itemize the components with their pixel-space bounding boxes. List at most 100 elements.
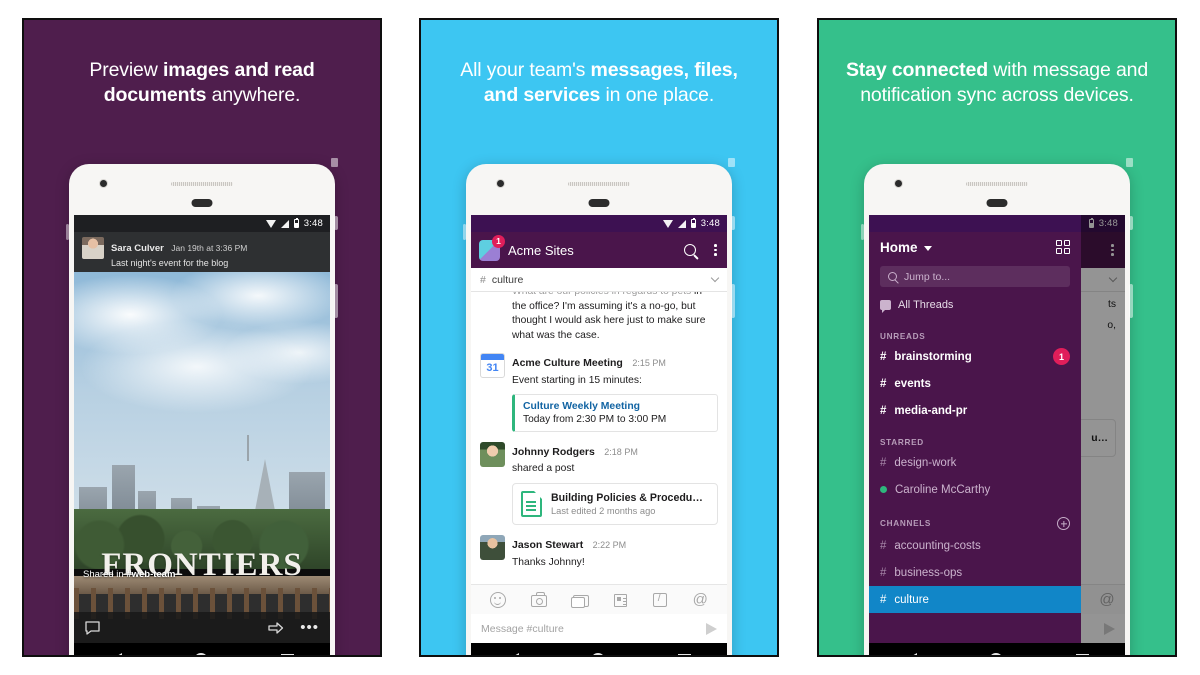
message-row[interactable]: Johnny Rodgers 2:18 PM shared a post Bui…	[480, 441, 718, 526]
jump-to-search[interactable]: Jump to...	[880, 266, 1070, 287]
phone-volume-button	[731, 284, 735, 318]
message-author: Johnny Rodgers	[512, 445, 595, 458]
chevron-down-icon[interactable]	[710, 273, 720, 283]
sidebar-item-culture[interactable]: # culture	[869, 586, 1081, 613]
back-icon[interactable]	[905, 653, 918, 655]
presence-online-icon	[880, 486, 887, 493]
caret-down-icon[interactable]	[923, 246, 932, 251]
search-input[interactable]: Jump to...	[904, 271, 950, 283]
message-row[interactable]: Jason Stewart 2:22 PM Thanks Johnny!	[480, 535, 718, 569]
message-row[interactable]: 31 Acme Culture Meeting 2:15 PM Event st…	[480, 353, 718, 432]
plus-circle-icon[interactable]	[1057, 517, 1070, 530]
phone-frame-2: 3:48 1 Acme Sites # culture the office? …	[463, 158, 735, 655]
sidebar-item-events[interactable]: # events	[869, 370, 1081, 397]
shared-in-channel: #web-team	[126, 569, 176, 580]
message-header: Jason Stewart 2:22 PM	[512, 535, 718, 553]
comment-icon[interactable]	[85, 620, 100, 635]
message-body: Acme Culture Meeting 2:15 PM Event start…	[512, 353, 718, 432]
phone-volume-button	[1129, 284, 1133, 318]
emoji-icon[interactable]	[489, 591, 506, 608]
photo-preview[interactable]: FRONTIERS Shared in #web-team	[74, 272, 330, 643]
signal-icon	[677, 219, 686, 228]
camera-icon[interactable]	[531, 592, 548, 607]
home-icon[interactable]	[989, 653, 1004, 655]
share-arrow-icon[interactable]	[268, 621, 284, 635]
message-input-row[interactable]: Message #culture	[471, 614, 727, 643]
panel-3-caption: Stay connected with message and notifica…	[819, 58, 1175, 108]
compose-area: @ Message #culture	[471, 584, 727, 643]
home-label[interactable]: Home	[880, 240, 918, 255]
post-timestamp: Jan 19th at 3:36 PM	[171, 243, 248, 253]
front-camera-icon	[894, 179, 903, 188]
message-list[interactable]: What are our policies in regards to pets…	[471, 292, 727, 584]
message-input[interactable]: Message #culture	[481, 623, 706, 635]
pyramid-spire	[247, 434, 250, 461]
sidebar-header: Home	[869, 232, 1081, 262]
shared-in-label: Shared in #web-team	[83, 569, 175, 580]
caption-post: anywhere.	[206, 84, 301, 106]
recents-icon[interactable]	[280, 653, 294, 655]
earpiece-speaker	[171, 182, 233, 186]
shared-in-text: Shared in	[83, 569, 127, 580]
android-status-bar: 3:48	[74, 215, 330, 232]
calendar-day: 31	[486, 362, 499, 375]
file-meta: Building Policies & Procedu… Last edited…	[551, 492, 703, 516]
back-icon[interactable]	[110, 653, 123, 655]
back-icon[interactable]	[507, 653, 520, 655]
more-options-icon[interactable]: •••	[300, 619, 319, 636]
signal-icon	[280, 219, 289, 228]
channel-label: culture	[894, 593, 929, 606]
document-icon	[521, 491, 542, 518]
avatar	[480, 535, 505, 561]
section-header-channels: CHANNELS	[869, 517, 1081, 530]
phone-top-button	[331, 158, 338, 167]
kebab-menu-icon[interactable]	[712, 242, 719, 258]
panel-1-caption: Preview images and read documents anywhe…	[24, 58, 380, 108]
event-title[interactable]: Culture Weekly Meeting	[523, 401, 709, 412]
caption-pre: Preview	[89, 59, 163, 81]
channel-bar[interactable]: # culture	[471, 268, 727, 292]
gallery-icon[interactable]	[570, 594, 589, 608]
earpiece-speaker	[966, 182, 1028, 186]
sidebar-item-business-ops[interactable]: # business-ops	[869, 559, 1081, 586]
send-icon[interactable]	[706, 622, 717, 635]
dm-label: Caroline McCarthy	[895, 483, 991, 496]
sidebar-item-accounting-costs[interactable]: # accounting-costs	[869, 532, 1081, 559]
status-bar-spacer	[869, 215, 1081, 232]
search-icon[interactable]	[684, 244, 697, 256]
sidebar-item-all-threads[interactable]: All Threads	[869, 292, 1081, 318]
sidebar-item-design-work[interactable]: # design-work	[869, 449, 1081, 476]
app-header: 1 Acme Sites	[471, 232, 727, 268]
phone-power-button	[334, 216, 338, 230]
file-title[interactable]: Building Policies & Procedu…	[551, 492, 703, 504]
section-title: CHANNELS	[880, 519, 932, 528]
slash-command-icon[interactable]	[652, 592, 667, 607]
sidebar-item-brainstorming[interactable]: # brainstorming 1	[869, 343, 1081, 370]
sidebar-item-caroline-mccarthy[interactable]: Caroline McCarthy	[869, 476, 1081, 503]
compose-icon-row: @	[471, 585, 727, 614]
channel-label: media-and-pr	[894, 404, 968, 417]
event-attachment[interactable]: Culture Weekly Meeting Today from 2:30 P…	[512, 393, 718, 432]
mention-at-icon[interactable]: @	[692, 592, 708, 608]
post-subtitle: Last night's event for the blog	[111, 258, 229, 268]
sidebar-item-media-and-pr[interactable]: # media-and-pr	[869, 397, 1081, 424]
hash-icon: #	[880, 539, 887, 552]
file-attachment[interactable]: Building Policies & Procedu… Last edited…	[512, 483, 718, 526]
recents-icon[interactable]	[1075, 653, 1089, 655]
unread-badge: 1	[1053, 348, 1070, 365]
panel-messages-files-services: All your team's messages, files, and ser…	[419, 18, 779, 657]
clipped-text: in the office? I'm assuming it's a no-go…	[512, 292, 706, 341]
workspace-logo[interactable]: 1	[479, 234, 505, 261]
recents-icon[interactable]	[677, 653, 691, 655]
battery-icon	[293, 217, 299, 228]
home-icon[interactable]	[194, 653, 209, 655]
message-time: 2:18 PM	[604, 446, 638, 457]
hash-icon: #	[880, 350, 887, 363]
workspace-switcher-icon[interactable]	[1055, 239, 1070, 255]
hash-icon: #	[880, 404, 887, 417]
channel-label: business-ops	[894, 566, 963, 579]
contact-card-icon[interactable]	[614, 593, 628, 607]
message-body: Johnny Rodgers 2:18 PM shared a post Bui…	[512, 442, 718, 526]
home-icon[interactable]	[591, 653, 606, 655]
panel-2-caption: All your team's messages, files, and ser…	[421, 58, 777, 108]
